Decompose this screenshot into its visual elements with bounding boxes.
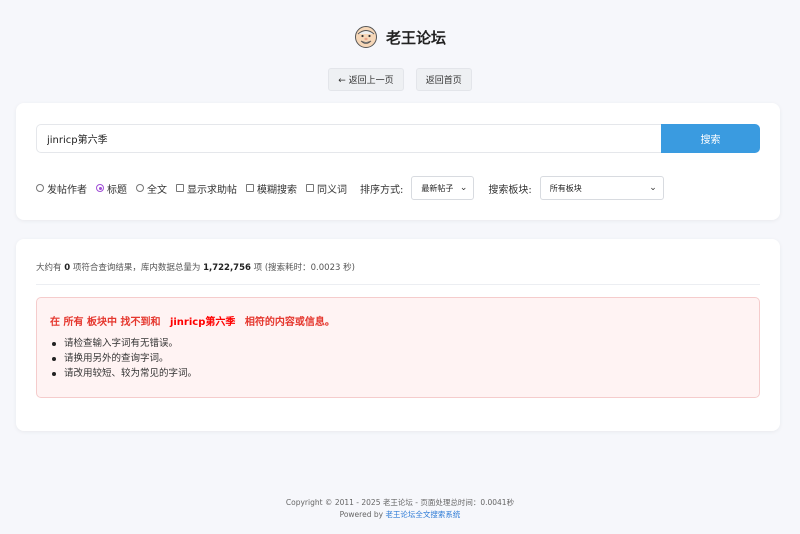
scope-author-radio[interactable]: 发帖作者 <box>36 181 87 196</box>
tip-text: 请换用另外的查询字词。 <box>64 353 169 364</box>
result-summary: 大约有 0 项符合查询结果，库内数据总量为 1,722,756 项 (搜索耗时：… <box>36 261 355 273</box>
search-options: 发帖作者 标题 全文 显示求助帖 模糊搜索 同义词 排序方式: 最新帖子 ⌄ 搜… <box>36 176 776 200</box>
option-label: 显示求助帖 <box>187 184 237 196</box>
search-panel: 搜索 发帖作者 标题 全文 显示求助帖 模糊搜索 同义词 排序方式: 最新帖子 <box>16 103 780 220</box>
search-bar: 搜索 <box>36 124 760 153</box>
show-help-posts-checkbox[interactable]: 显示求助帖 <box>176 181 237 196</box>
powered-by-text: Powered by <box>339 510 384 519</box>
bullet <box>52 371 56 376</box>
option-label: 全文 <box>147 184 167 196</box>
tips-list: 请检查输入字词有无错误。 请换用另外的查询字词。 请改用较短、较为常见的字词。 <box>52 336 197 381</box>
option-label: 标题 <box>107 184 127 196</box>
old-man-face-icon <box>354 26 377 48</box>
results-panel: 大约有 0 项符合查询结果，库内数据总量为 1,722,756 项 (搜索耗时：… <box>16 239 780 431</box>
no-results-notice: 在 所有 板块中 找不到和 jinricp第六季 相符的内容或信息。 请检查输入… <box>36 297 760 398</box>
notice-title: 在 所有 板块中 找不到和 jinricp第六季 相符的内容或信息。 <box>50 313 335 328</box>
list-item: 请检查输入字词有无错误。 <box>52 336 197 351</box>
result-count: 0 <box>64 263 71 273</box>
scope-fulltext-radio[interactable]: 全文 <box>136 181 167 196</box>
list-item: 请改用较短、较为常见的字词。 <box>52 366 197 381</box>
divider <box>36 284 760 285</box>
sort-label: 排序方式: <box>360 184 404 196</box>
site-header: 老王论坛 <box>0 22 800 52</box>
search-system-link[interactable]: 老王论坛全文搜索系统 <box>385 510 460 519</box>
summary-text: 项 (搜索耗时：0.0023 秒) <box>253 263 355 273</box>
option-label: 模糊搜索 <box>257 184 297 196</box>
summary-text: 大约有 <box>36 263 62 273</box>
footer: Copyright © 2011 - 2025 老王论坛 - 页面处理总时间：0… <box>0 497 800 521</box>
search-input[interactable] <box>36 124 661 153</box>
back-button[interactable]: ← 返回上一页 <box>328 68 404 91</box>
radio-indicator[interactable] <box>36 184 44 192</box>
site-title: 老王论坛 <box>385 28 446 47</box>
summary-text: 项符合查询结果，库内数据总量为 <box>72 263 201 273</box>
nav-bar: ← 返回上一页 返回首页 <box>0 68 800 91</box>
checkbox-indicator[interactable] <box>306 184 314 192</box>
forum-value: 所有板块 <box>549 183 582 193</box>
notice-text: 在 所有 板块中 找不到和 <box>50 317 161 328</box>
forum-select[interactable]: 所有板块 ⌄ <box>539 176 664 200</box>
notice-text: 相符的内容或信息。 <box>244 317 335 328</box>
powered-by: Powered by 老王论坛全文搜索系统 <box>0 509 800 521</box>
scope-title-radio[interactable]: 标题 <box>96 181 127 196</box>
synonyms-checkbox[interactable]: 同义词 <box>306 181 347 196</box>
radio-indicator[interactable] <box>136 184 144 192</box>
copyright-text: Copyright © 2011 - 2025 老王论坛 - 页面处理总时间：0… <box>285 498 515 507</box>
bullet <box>52 356 56 361</box>
tip-text: 请改用较短、较为常见的字词。 <box>64 368 198 379</box>
sort-value: 最新帖子 <box>421 183 454 193</box>
option-label: 发帖作者 <box>47 184 87 196</box>
checkbox-indicator[interactable] <box>246 184 254 192</box>
checkbox-indicator[interactable] <box>176 184 184 192</box>
radio-indicator[interactable] <box>96 184 104 192</box>
fuzzy-search-checkbox[interactable]: 模糊搜索 <box>246 181 297 196</box>
tip-text: 请检查输入字词有无错误。 <box>64 338 179 349</box>
total-count: 1,722,756 <box>203 263 251 273</box>
sort-select[interactable]: 最新帖子 ⌄ <box>411 176 475 200</box>
option-label: 同义词 <box>317 184 347 196</box>
forum-label: 搜索板块: <box>488 184 532 196</box>
search-button[interactable]: 搜索 <box>661 124 760 153</box>
chevron-down-icon: ⌄ <box>649 183 657 193</box>
notice-keyword: jinricp第六季 <box>169 317 236 328</box>
list-item: 请换用另外的查询字词。 <box>52 351 197 366</box>
home-button[interactable]: 返回首页 <box>415 68 472 91</box>
chevron-down-icon: ⌄ <box>459 183 468 193</box>
bullet <box>52 341 56 346</box>
